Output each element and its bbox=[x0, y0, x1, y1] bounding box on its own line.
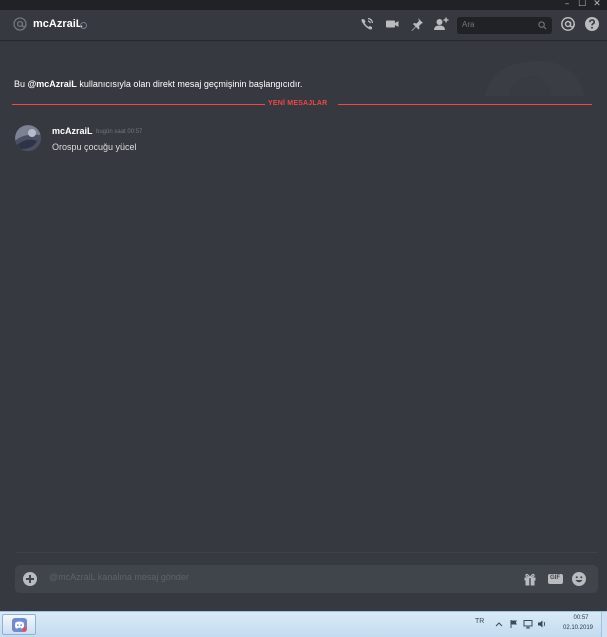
pin-icon[interactable] bbox=[409, 16, 425, 32]
maximize-button[interactable]: ☐ bbox=[575, 0, 589, 10]
message-timestamp: bugün saat 00:57 bbox=[96, 129, 143, 135]
message-input[interactable]: @mcAzraiL kanalına mesaj gönder bbox=[49, 572, 189, 582]
at-mention-icon[interactable] bbox=[560, 16, 576, 32]
upload-plus-icon[interactable] bbox=[23, 572, 37, 586]
tray-expand-icon[interactable] bbox=[494, 619, 504, 629]
new-messages-divider-right bbox=[338, 104, 592, 105]
message-compose-bar[interactable]: @mcAzraiL kanalına mesaj gönder GIF bbox=[15, 565, 598, 593]
emoji-icon[interactable] bbox=[571, 571, 587, 587]
decorative-illustration bbox=[485, 60, 585, 96]
message-text: Orospu çocuğu yücel bbox=[52, 142, 137, 152]
video-icon[interactable] bbox=[384, 16, 400, 32]
new-messages-divider-left bbox=[12, 104, 265, 105]
status-offline-icon bbox=[80, 22, 87, 29]
help-icon[interactable] bbox=[584, 16, 600, 32]
dm-username[interactable]: mcAzraiL bbox=[33, 18, 83, 30]
gif-label: GIF bbox=[550, 575, 560, 581]
intro-suffix: kullanıcısıyla olan direkt mesaj geçmişi… bbox=[76, 79, 303, 89]
network-icon[interactable] bbox=[523, 619, 533, 629]
search-box[interactable]: Ara bbox=[457, 17, 552, 34]
os-taskbar: TR 00:57 02.10.2019 bbox=[0, 611, 607, 637]
taskbar-date[interactable]: 02.10.2019 bbox=[557, 625, 599, 631]
window-titlebar: – ☐ ✕ bbox=[0, 0, 607, 10]
show-desktop-button[interactable] bbox=[601, 612, 607, 637]
taskbar-discord-button[interactable] bbox=[2, 614, 36, 635]
taskbar-language[interactable]: TR bbox=[475, 618, 484, 625]
at-icon bbox=[13, 17, 27, 31]
close-button[interactable]: ✕ bbox=[590, 0, 604, 10]
action-center-flag-icon[interactable] bbox=[509, 619, 519, 629]
search-placeholder: Ara bbox=[462, 20, 475, 29]
intro-mention[interactable]: @mcAzraiL bbox=[28, 79, 77, 89]
search-icon bbox=[538, 21, 547, 30]
channel-header: mcAzraiL Ara bbox=[0, 10, 607, 41]
message-author[interactable]: mcAzraiL bbox=[52, 126, 93, 136]
avatar-image bbox=[15, 125, 41, 151]
add-friend-icon[interactable] bbox=[433, 16, 449, 32]
gif-button[interactable]: GIF bbox=[548, 574, 563, 584]
gift-icon[interactable] bbox=[522, 571, 538, 587]
compose-separator bbox=[15, 552, 598, 553]
conversation-start-text: Bu @mcAzraiL kullanıcısıyla olan direkt … bbox=[14, 79, 302, 89]
new-messages-label: YENİ MESAJLAR bbox=[268, 100, 328, 107]
volume-icon[interactable] bbox=[537, 619, 547, 629]
minimize-button[interactable]: – bbox=[560, 0, 574, 10]
chat-area: Bu @mcAzraiL kullanıcısıyla olan direkt … bbox=[0, 41, 607, 611]
avatar[interactable] bbox=[15, 125, 41, 151]
discord-app-icon bbox=[12, 618, 27, 632]
intro-prefix: Bu bbox=[14, 79, 28, 89]
call-icon[interactable] bbox=[359, 16, 375, 32]
taskbar-time[interactable]: 00:57 bbox=[563, 615, 599, 621]
